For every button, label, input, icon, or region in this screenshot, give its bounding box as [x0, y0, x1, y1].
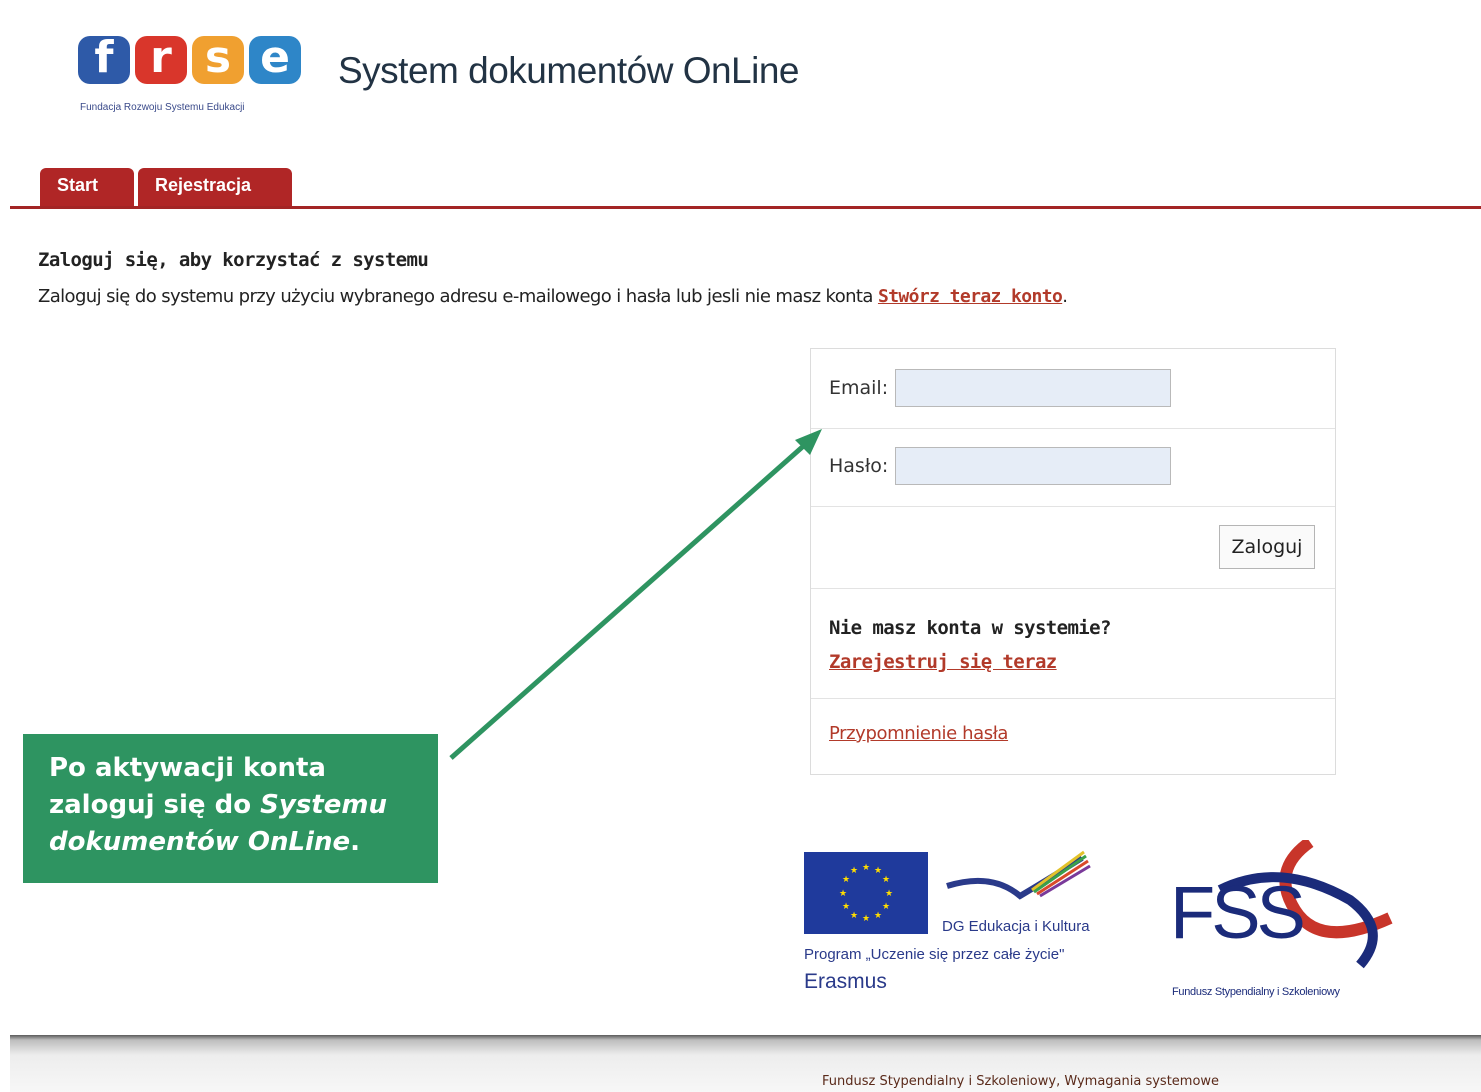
- svg-text:★: ★: [874, 866, 882, 876]
- email-label: Email:: [829, 377, 889, 399]
- register-link[interactable]: Zarejestruj się teraz: [829, 651, 1057, 673]
- submit-row: Zaloguj: [811, 507, 1335, 589]
- password-label: Hasło:: [829, 455, 889, 477]
- intro-text: Zaloguj się do systemu przy użyciu wybra…: [38, 286, 1068, 307]
- svg-text:★: ★: [862, 863, 870, 873]
- svg-text:★: ★: [862, 914, 870, 924]
- tab-bar: Start Rejestracja: [10, 168, 1481, 209]
- email-field[interactable]: [895, 369, 1171, 407]
- intro-end: .: [1062, 286, 1068, 307]
- svg-text:★: ★: [874, 911, 882, 921]
- app-title: System dokumentów OnLine: [338, 50, 800, 91]
- tab-rejestracja[interactable]: Rejestracja: [138, 168, 292, 206]
- fss-caption: Fundusz Stypendialny i Szkoleniowy: [1172, 986, 1340, 998]
- fss-letters: FSS: [1170, 871, 1306, 954]
- lifelong-learning-swoosh-icon: [946, 850, 1091, 900]
- fss-logo: FSS Fundusz Stypendialny i Szkoleniowy: [1160, 840, 1400, 1010]
- logo-letter-e: e: [249, 36, 301, 84]
- tab-start[interactable]: Start: [40, 168, 134, 206]
- eu-dg-text: DG Edukacja i Kultura: [942, 918, 1090, 935]
- eu-program-text: Program „Uczenie się przez całe życie": [804, 946, 1065, 963]
- logo-letter-r: r: [135, 36, 187, 84]
- intro-heading: Zaloguj się, aby korzystać z systemu: [38, 249, 429, 271]
- footer-bar: [10, 1035, 1481, 1092]
- logo-letter-f: f: [78, 36, 130, 84]
- eu-erasmus-text: Erasmus: [804, 970, 887, 993]
- instruction-callout: Po aktywacji konta zaloguj się do System…: [23, 734, 438, 883]
- footer-text: Fundusz Stypendialny i Szkoleniowy, Wyma…: [822, 1074, 1220, 1089]
- remind-row: Przypomnienie hasła: [811, 699, 1335, 774]
- logo-caption: Fundacja Rozwoju Systemu Edukacji: [80, 102, 245, 113]
- callout-text: Po aktywacji konta zaloguj się do System…: [49, 750, 412, 861]
- callout-line-1: Po aktywacji konta: [49, 753, 326, 783]
- callout-line-2-italic: Systemu: [260, 790, 387, 820]
- svg-text:★: ★: [850, 911, 858, 921]
- svg-text:★: ★: [842, 902, 850, 912]
- svg-text:★: ★: [839, 889, 847, 899]
- password-field[interactable]: [895, 447, 1171, 485]
- password-reminder-link[interactable]: Przypomnienie hasła: [829, 723, 1008, 744]
- create-account-link[interactable]: Stwórz teraz konto: [878, 286, 1063, 307]
- eu-flag-icon: ★ ★ ★ ★ ★ ★ ★ ★ ★ ★ ★ ★: [804, 852, 928, 934]
- arrow-shaft: [449, 440, 810, 760]
- intro-body: Zaloguj się do systemu przy użyciu wybra…: [38, 286, 878, 307]
- callout-line-2: zaloguj się do: [49, 790, 261, 820]
- svg-text:★: ★: [882, 875, 890, 885]
- svg-text:★: ★: [842, 875, 850, 885]
- email-row: Email:: [811, 349, 1335, 429]
- login-panel: Email: Hasło: Zaloguj Nie masz konta w s…: [810, 348, 1336, 775]
- callout-line-3-end: .: [350, 827, 360, 857]
- frse-logo: f r s e Fundacja Rozwoju Systemu Edukacj…: [78, 36, 314, 122]
- svg-text:★: ★: [882, 902, 890, 912]
- logo-letter-s: s: [192, 36, 244, 84]
- password-row: Hasło:: [811, 429, 1335, 507]
- callout-line-3-italic: dokumentów OnLine: [49, 827, 351, 857]
- login-button[interactable]: Zaloguj: [1219, 525, 1315, 569]
- no-account-row: Nie masz konta w systemie? Zarejestruj s…: [811, 589, 1335, 699]
- no-account-title: Nie masz konta w systemie?: [829, 617, 1111, 639]
- eu-erasmus-logo: ★ ★ ★ ★ ★ ★ ★ ★ ★ ★ ★ ★ DG Edukacja i Ku…: [802, 850, 1122, 1000]
- svg-text:★: ★: [850, 866, 858, 876]
- svg-text:★: ★: [885, 889, 893, 899]
- eu-stars-icon: ★ ★ ★ ★ ★ ★ ★ ★ ★ ★ ★ ★: [839, 863, 893, 924]
